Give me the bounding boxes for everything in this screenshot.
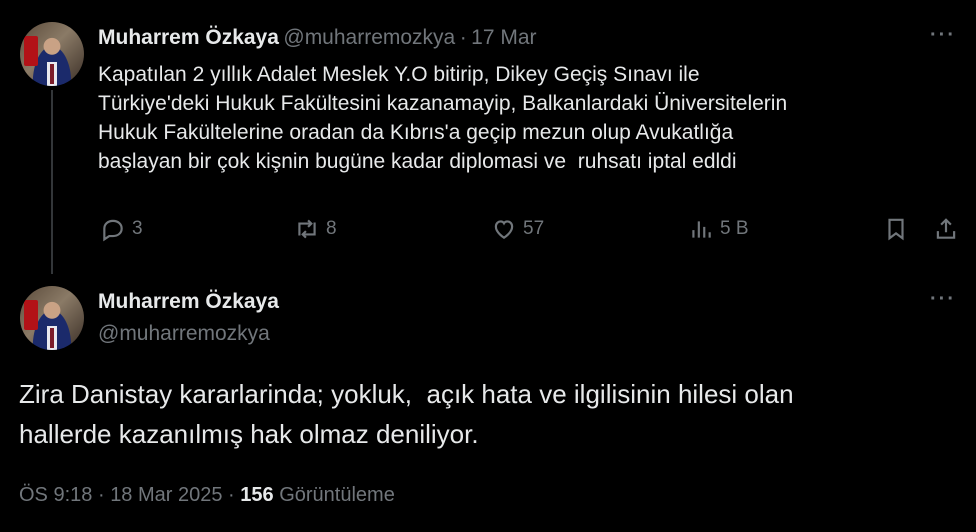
analytics-icon: [692, 221, 711, 238]
more-options-icon[interactable]: ···: [930, 24, 956, 47]
avatar[interactable]: [20, 286, 84, 350]
view-label[interactable]: Görüntüleme: [279, 484, 395, 506]
thread-connector-line: [51, 90, 53, 274]
tweet-date[interactable]: 18 Mar 2025: [110, 484, 222, 506]
tweet-text: Zira Danistay kararlarinda; yokluk, açık…: [19, 379, 794, 449]
like-count: 57: [523, 218, 545, 239]
tweet-meta: ÖS 9:18 · 18 Mar 2025 · 156 Görüntüleme: [19, 484, 395, 507]
bookmark-icon: [888, 218, 904, 241]
meta-separator: ·: [228, 484, 235, 506]
share-button[interactable]: [933, 211, 959, 247]
author-handle[interactable]: @muharremozkya: [283, 26, 455, 49]
view-count: 5 B: [720, 218, 749, 239]
share-icon: [936, 218, 956, 239]
tweet-text: Kapatılan 2 yıllık Adalet Meslek Y.O bit…: [98, 63, 788, 173]
tie-decoration: [50, 64, 54, 84]
view-count[interactable]: 156: [240, 484, 273, 506]
repost-icon: [298, 219, 316, 239]
avatar[interactable]: [20, 22, 84, 86]
reply-icon: [103, 219, 123, 242]
tweet-time[interactable]: ÖS 9:18: [19, 484, 92, 506]
more-options-icon[interactable]: ···: [930, 288, 956, 311]
reply-button[interactable]: 3: [100, 211, 143, 247]
tweet-date[interactable]: 17 Mar: [471, 26, 536, 49]
repost-count: 8: [326, 218, 337, 239]
author-name[interactable]: Muharrem Özkaya: [98, 290, 279, 314]
tweet-header: Muharrem Özkaya @muharremozkya · 17 Mar: [98, 26, 537, 50]
like-button[interactable]: 57: [491, 211, 544, 247]
views-button[interactable]: 5 B: [688, 211, 749, 247]
heart-icon: [494, 220, 514, 239]
flag-decoration: [24, 300, 38, 330]
reply-count: 3: [132, 218, 143, 239]
repost-button[interactable]: 8: [294, 211, 337, 247]
meta-separator: ·: [97, 484, 105, 506]
action-bar: 3 8 57 5 B: [98, 211, 964, 247]
bookmark-button[interactable]: [883, 211, 909, 247]
author-name[interactable]: Muharrem Özkaya: [98, 26, 279, 49]
flag-decoration: [24, 36, 38, 66]
header-separator: ·: [459, 26, 467, 49]
tie-decoration: [50, 328, 54, 348]
author-handle[interactable]: @muharremozkya: [98, 322, 270, 346]
